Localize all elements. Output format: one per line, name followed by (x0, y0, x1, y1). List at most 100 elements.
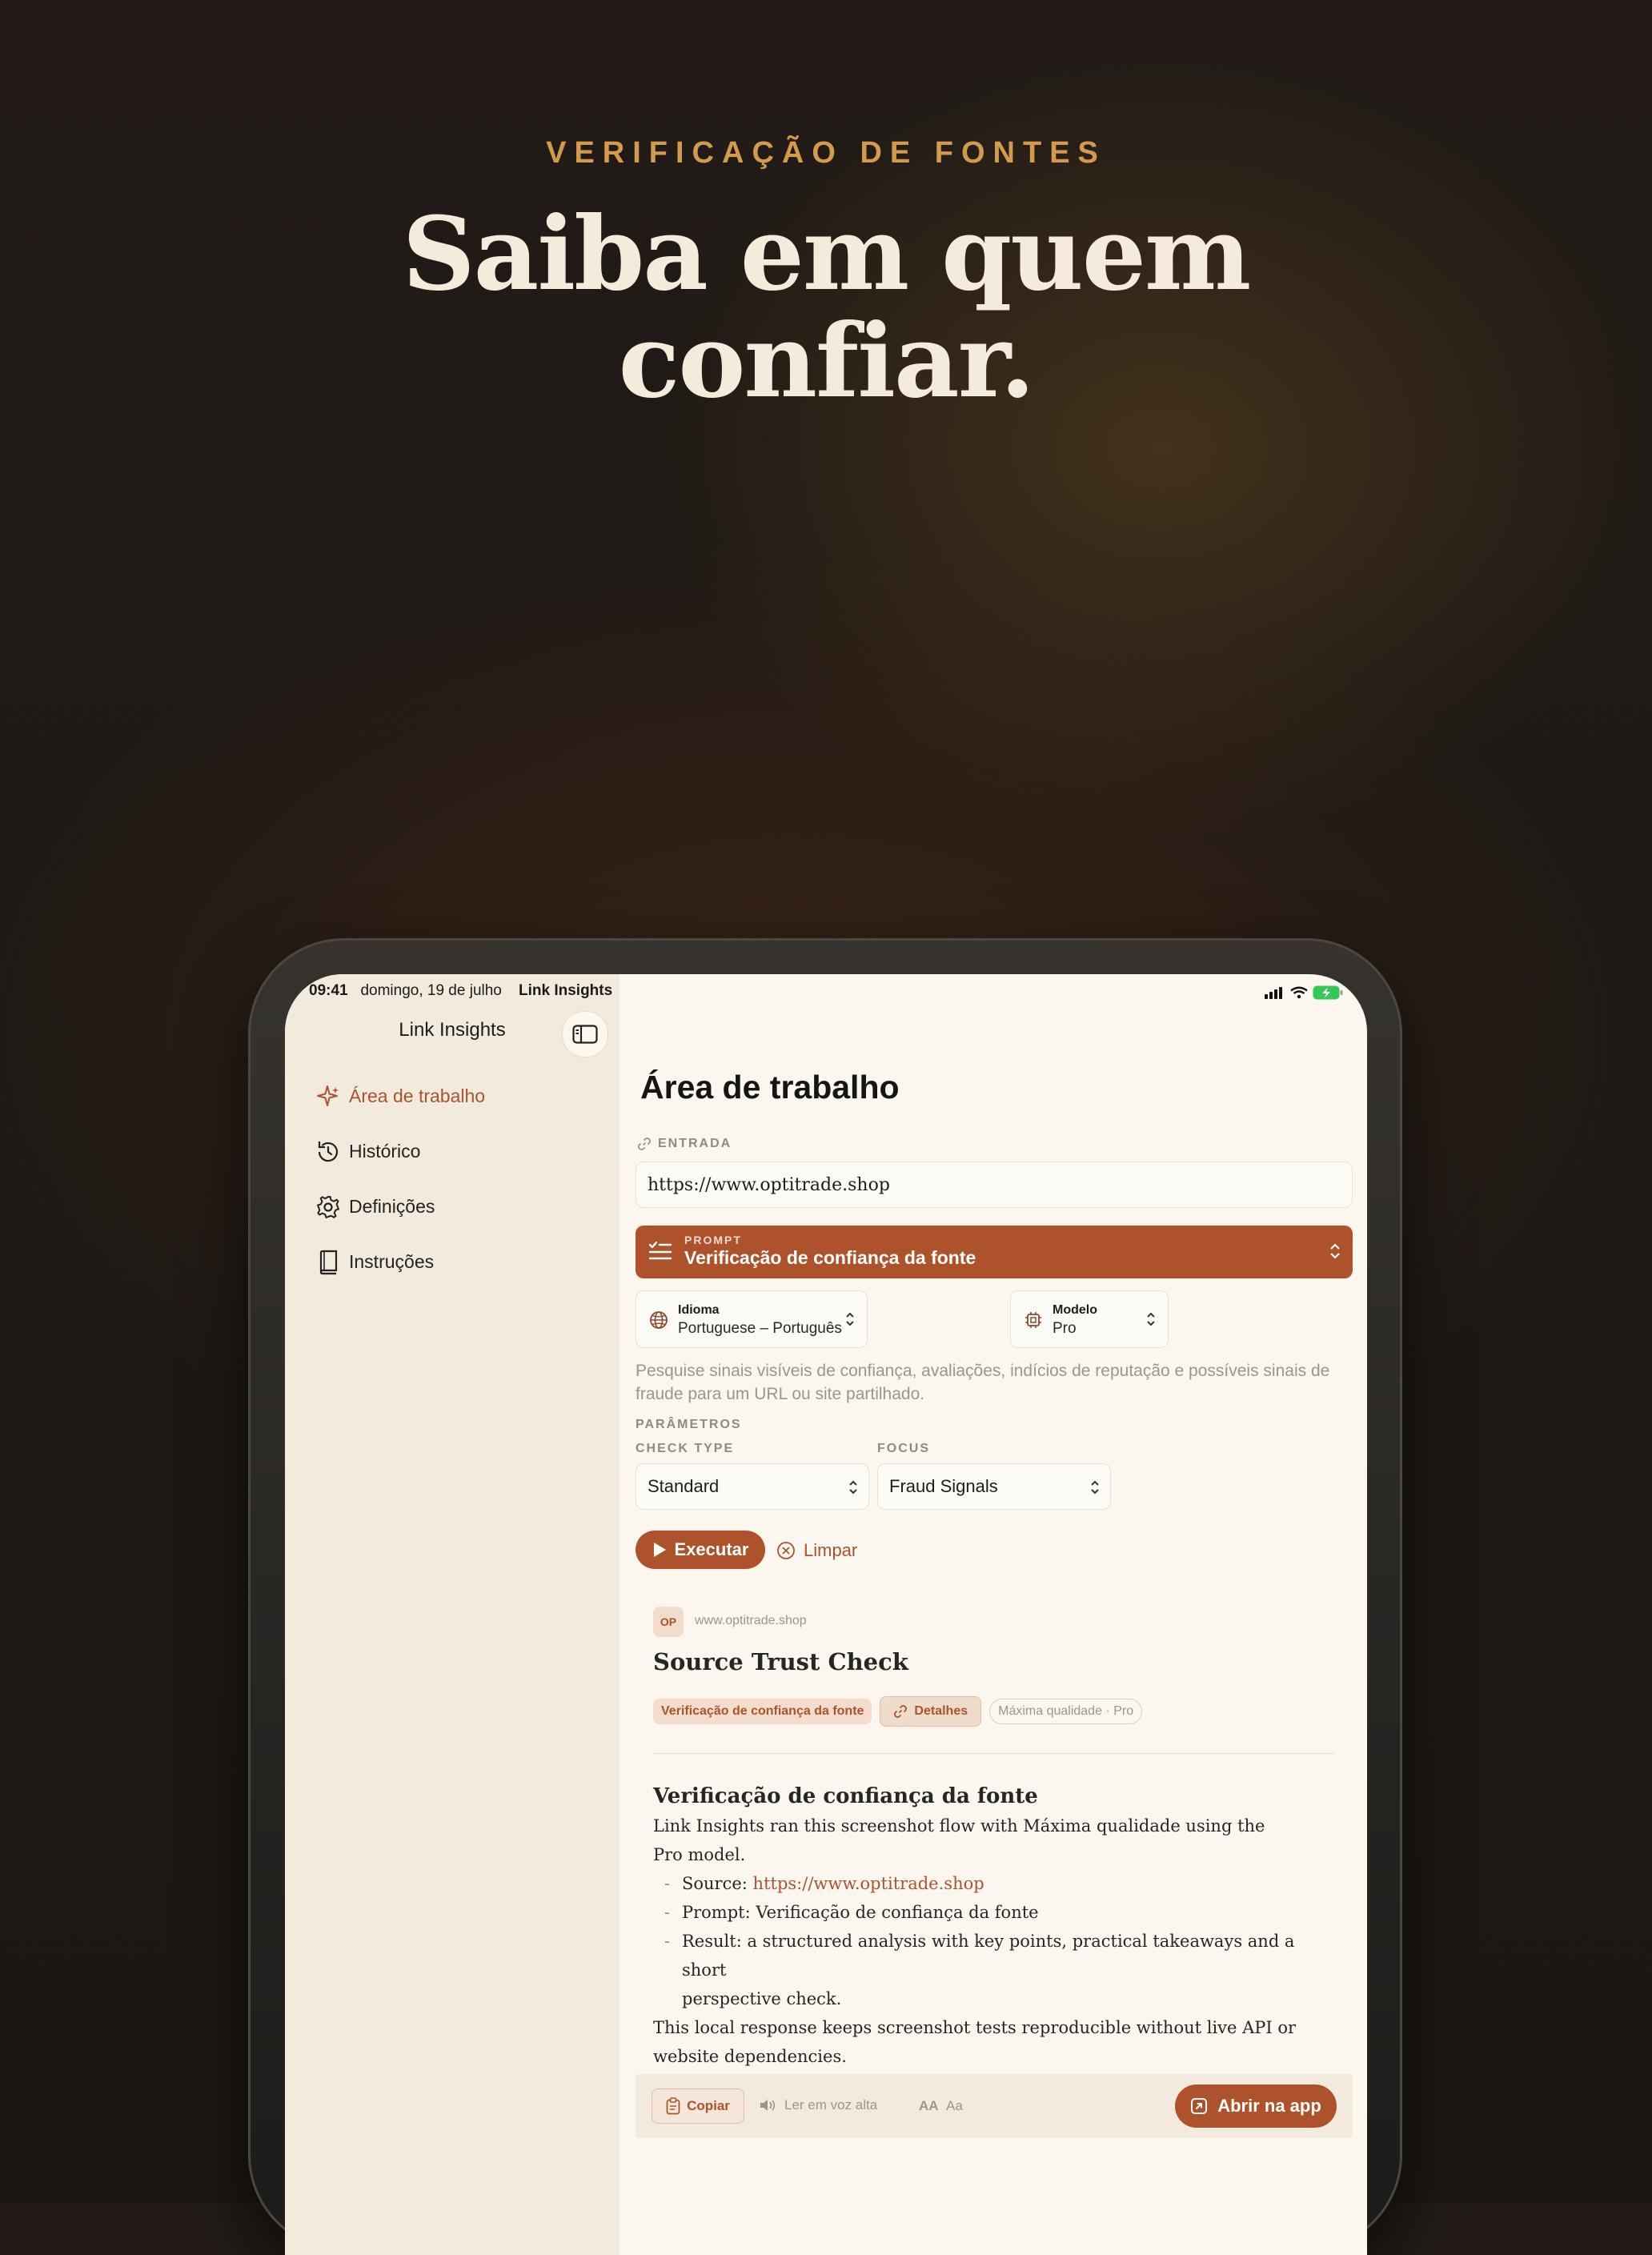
prompt-description: Pesquise sinais visíveis de confiança, a… (636, 1362, 1330, 1403)
details-label: Detalhes (914, 1704, 968, 1718)
speaker-icon (760, 2100, 776, 2111)
font-size-larger-button[interactable]: AA (919, 2098, 939, 2114)
sidebar-nav: Área de trabalho Histórico Definições In… (314, 1069, 602, 1290)
read-aloud-label: Ler em voz alta (784, 2097, 878, 2113)
entrada-label: ENTRADA (637, 1137, 732, 1151)
sidebar-item-label: Definições (349, 1196, 435, 1217)
check-type-value: Standard (648, 1476, 720, 1496)
sidebar-toggle-button[interactable] (562, 1011, 608, 1057)
status-app: Link Insights (519, 982, 613, 999)
intro-line-2: Pro model. (653, 1845, 746, 1864)
model-value: Pro (1053, 1320, 1077, 1337)
focus-label: FOCUS (877, 1442, 930, 1455)
clear-button-label: Limpar (804, 1540, 858, 1560)
gear-icon (314, 1194, 343, 1220)
status-indicators (1265, 985, 1343, 1000)
prompt-label: PROMPT (684, 1234, 742, 1246)
chevron-updown-icon (1091, 1480, 1099, 1495)
sidebar-item-label: Área de trabalho (349, 1085, 486, 1106)
status-date: domingo, 19 de julho (360, 982, 502, 999)
result-tags: Verificação de confiança da fonte Detalh… (653, 1696, 1143, 1727)
sidebar-toggle-icon (572, 1025, 598, 1044)
status-time: 09:41 (309, 982, 348, 999)
font-size-smaller-button[interactable]: Aa (946, 2098, 963, 2114)
status-bar: 09:41 domingo, 19 de julho Link Insights (309, 982, 612, 1000)
headline-line-1: Saiba em quem (402, 195, 1252, 313)
result-intro: Link Insights ran this screenshot flow w… (653, 1812, 1341, 1869)
source-link[interactable]: https://www.optitrade.shop (753, 1874, 984, 1893)
sidebar-item-history[interactable]: Histórico (314, 1124, 602, 1179)
prompt-selector[interactable]: PROMPT Verificação de confiança da fonte (636, 1226, 1353, 1278)
language-label: Idioma (678, 1303, 720, 1317)
sidebar-item-instructions[interactable]: Instruções (314, 1234, 602, 1290)
clear-button[interactable]: Limpar (776, 1540, 857, 1561)
chip-icon (1025, 1312, 1041, 1328)
tablet-screen: 09:41 domingo, 19 de julho Link Insights… (285, 974, 1367, 2255)
result-line-2: perspective check. (682, 1989, 842, 2008)
prompt-value: Verificação de confiança da fonte (684, 1247, 976, 1268)
sidebar-item-workspace[interactable]: Área de trabalho (314, 1069, 602, 1124)
site-avatar: OP (653, 1607, 684, 1637)
external-open-icon (1191, 2098, 1208, 2114)
list-item: Prompt: Verificação de confiança da font… (653, 1898, 1341, 1927)
check-type-label: CHECK TYPE (636, 1442, 735, 1455)
result-title: Source Trust Check (653, 1648, 908, 1675)
wifi-icon (1290, 986, 1308, 999)
result-divider (653, 1753, 1335, 1754)
battery-icon (1313, 985, 1343, 1000)
chevron-updown-icon (846, 1312, 854, 1326)
result-outro: This local response keeps screenshot tes… (653, 2013, 1341, 2071)
headline-line-2: confiar. (618, 302, 1036, 420)
model-label: Modelo (1053, 1303, 1097, 1317)
clear-circle-icon (777, 1542, 795, 1559)
cellular-icon (1265, 987, 1282, 999)
read-aloud-button[interactable]: Ler em voz alta (759, 2097, 877, 2113)
page-title: Área de trabalho (640, 1069, 900, 1105)
model-picker[interactable]: Modelo Pro (1010, 1290, 1169, 1348)
sidebar: 09:41 domingo, 19 de julho Link Insights… (285, 974, 620, 2255)
run-button-label: Executar (674, 1539, 749, 1559)
check-type-select[interactable]: Standard (636, 1463, 869, 1510)
hero-eyebrow: VERIFICAÇÃO DE FONTES (546, 136, 1106, 170)
sparkle-icon (314, 1085, 343, 1109)
result-line-1: Result: a structured analysis with key p… (682, 1932, 1295, 1980)
sidebar-item-label: Instruções (349, 1251, 435, 1272)
url-input-value: https://www.optitrade.shop (648, 1174, 890, 1195)
run-button[interactable]: Executar (636, 1531, 765, 1569)
globe-icon (650, 1311, 668, 1329)
focus-value: Fraud Signals (889, 1476, 998, 1496)
link-icon (638, 1138, 651, 1150)
result-list: Source: https://www.optitrade.shop Promp… (653, 1869, 1341, 2013)
outro-line-1: This local response keeps screenshot tes… (653, 2018, 1297, 2037)
open-in-app-label: Abrir na app (1217, 2096, 1321, 2116)
result-toolbar: Copiar Ler em voz alta AA Aa Abrir na ap… (636, 2074, 1353, 2138)
language-picker[interactable]: Idioma Portuguese – Português (636, 1290, 868, 1348)
list-item: Source: https://www.optitrade.shop (653, 1869, 1341, 1898)
book-icon (314, 1250, 343, 1275)
language-value: Portuguese – Português (678, 1320, 842, 1337)
parameters-label: PARÂMETROS (636, 1418, 742, 1431)
checklist-icon (648, 1241, 672, 1260)
url-input[interactable]: https://www.optitrade.shop (636, 1162, 1353, 1208)
copy-label: Copiar (687, 2098, 730, 2113)
intro-line-1: Link Insights ran this screenshot flow w… (653, 1816, 1265, 1836)
focus-select[interactable]: Fraud Signals (877, 1463, 1111, 1510)
chevron-updown-icon (1147, 1312, 1155, 1326)
chevron-updown-icon (1330, 1243, 1340, 1259)
details-button[interactable]: Detalhes (880, 1696, 982, 1727)
outro-line-2: website dependencies. (653, 2047, 847, 2066)
result-heading: Verificação de confiança da fonte (653, 1784, 1038, 1808)
source-label: Source: (682, 1874, 748, 1893)
clipboard-icon (666, 2097, 680, 2115)
open-in-app-button[interactable]: Abrir na app (1175, 2084, 1337, 2128)
chevron-updown-icon (849, 1480, 857, 1495)
sidebar-item-settings[interactable]: Definições (314, 1179, 602, 1234)
copy-button[interactable]: Copiar (652, 2088, 744, 2124)
entrada-label-text: ENTRADA (658, 1137, 732, 1150)
list-item: Result: a structured analysis with key p… (653, 1927, 1341, 2013)
result-domain: www.optitrade.shop (695, 1614, 807, 1627)
history-icon (314, 1139, 343, 1165)
link-icon (894, 1705, 908, 1718)
quality-tag: Máxima qualidade · Pro (989, 1699, 1143, 1724)
hero-headline: Saiba em quem confiar. (0, 200, 1652, 415)
